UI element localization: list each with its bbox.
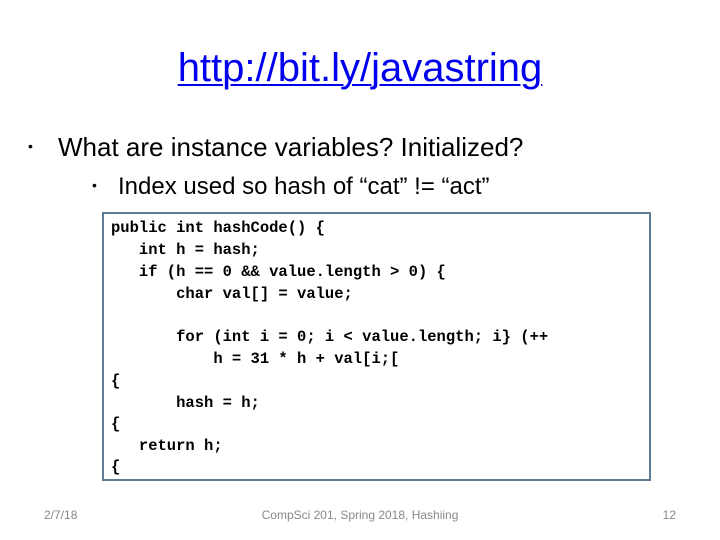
- code-line: int h = hash;: [111, 241, 260, 259]
- bullet-icon: •: [92, 176, 97, 193]
- footer-page-number: 12: [662, 508, 676, 522]
- bullet-text: Index used so hash of “cat” != “act”: [118, 173, 490, 200]
- code-line: {: [111, 415, 121, 433]
- bullet-icon: •: [28, 138, 33, 155]
- bullet-item-level-2: • Index used so hash of “cat” != “act”: [92, 172, 490, 203]
- footer-course-info: CompSci 201, Spring 2018, Hashiing: [261, 508, 459, 522]
- code-line: for (int i = 0; i < value.length; i} (++: [111, 328, 549, 346]
- code-line: hash = h;: [111, 394, 260, 412]
- code-line: {: [111, 458, 121, 476]
- code-block: public int hashCode() { int h = hash; if…: [102, 212, 651, 481]
- slide-title: http://bit.ly/javastring: [0, 44, 720, 92]
- bullet-text: What are instance variables? Initialized…: [58, 132, 524, 162]
- code-line: h = 31 * h + val[i;[: [111, 350, 400, 368]
- code-line: char val[] = value;: [111, 285, 353, 303]
- code-line: return h;: [111, 437, 223, 455]
- code-line: public int hashCode() {: [111, 219, 325, 237]
- code-line: if (h == 0 && value.length > 0) {: [111, 263, 446, 281]
- title-link[interactable]: http://bit.ly/javastring: [178, 46, 543, 90]
- code-line: {: [111, 372, 121, 390]
- bullet-item-level-1: • What are instance variables? Initialize…: [28, 131, 523, 165]
